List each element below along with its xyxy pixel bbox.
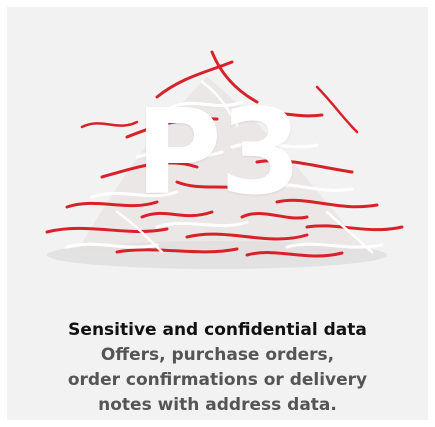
card-headline: Sensitive and confidential data	[68, 320, 367, 340]
security-level-card: P3 Sensitive and confidential data Offer…	[7, 7, 428, 420]
description-line: notes with address data.	[98, 395, 337, 415]
description-line: order confirmations or delivery	[67, 370, 368, 390]
card-caption: Sensitive and confidential data Offers, …	[7, 319, 428, 418]
security-level-label: P3	[135, 83, 302, 221]
description-line: Offers, purchase orders,	[100, 345, 335, 365]
card-description: Offers, purchase orders, order confirmat…	[7, 343, 428, 418]
